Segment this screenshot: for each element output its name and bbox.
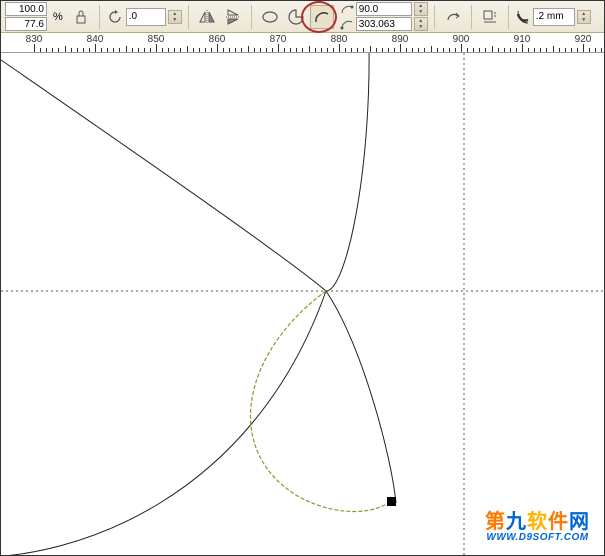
wrap-text-button[interactable]: [478, 5, 502, 29]
canvas-svg: [1, 53, 604, 555]
lock-ratio-button[interactable]: [69, 5, 93, 29]
scale-inputs: [5, 2, 47, 31]
pie-icon: [287, 8, 305, 26]
ellipse-button[interactable]: [258, 5, 282, 29]
separator: [434, 5, 435, 29]
outline-width-icon: [515, 8, 531, 26]
arc-end-spinner[interactable]: ▲▼: [414, 17, 428, 31]
ellipse-icon: [261, 8, 279, 26]
separator: [99, 5, 100, 29]
mirror-vertical-button[interactable]: [221, 5, 245, 29]
swap-arc-icon: [444, 8, 462, 26]
wrap-text-icon: [481, 8, 499, 26]
watermark: 第九软件网 WWW.D9SOFT.COM: [485, 505, 590, 543]
separator: [471, 5, 472, 29]
drawing-canvas[interactable]: 第九软件网 WWW.D9SOFT.COM: [1, 53, 604, 555]
pie-button[interactable]: [284, 5, 308, 29]
property-toolbar: % ▲▼ ▲▼ ▲▼: [1, 1, 604, 33]
rotate-icon: [106, 7, 124, 27]
watermark-url: WWW.D9SOFT.COM: [485, 532, 590, 543]
mirror-horizontal-icon: [198, 10, 216, 24]
arc-icon: [313, 8, 331, 26]
horizontal-ruler[interactable]: 830840850860870880890900910920: [1, 33, 604, 53]
node-handle[interactable]: [387, 497, 396, 506]
separator: [508, 5, 509, 29]
arc-end-input[interactable]: [356, 17, 412, 31]
mirror-vertical-icon: [226, 8, 240, 26]
selected-arc-path[interactable]: [250, 291, 391, 512]
watermark-text: 第九软件网: [485, 505, 590, 534]
arc-button[interactable]: [310, 5, 334, 29]
scale-y-input[interactable]: [5, 17, 47, 31]
separator: [188, 5, 189, 29]
separator: [251, 5, 252, 29]
rotation-spinner[interactable]: ▲▼: [168, 10, 182, 24]
outline-spinner[interactable]: ▲▼: [577, 10, 591, 24]
large-arc-path[interactable]: [1, 53, 369, 555]
percent-label: %: [53, 11, 63, 23]
arc-angle-inputs: ▲▼ ▲▼: [340, 2, 428, 31]
crossing-arc-path[interactable]: [1, 53, 396, 503]
swap-arc-direction-button[interactable]: [441, 5, 465, 29]
arc-start-input[interactable]: [356, 2, 412, 16]
arc-start-icon: [340, 3, 354, 15]
scale-x-input[interactable]: [5, 2, 47, 16]
mirror-horizontal-button[interactable]: [195, 5, 219, 29]
rotation-input[interactable]: [126, 8, 166, 26]
outline-width-input[interactable]: [533, 8, 575, 26]
lock-icon: [75, 9, 87, 25]
arc-end-icon: [340, 18, 354, 30]
arc-start-spinner[interactable]: ▲▼: [414, 2, 428, 16]
